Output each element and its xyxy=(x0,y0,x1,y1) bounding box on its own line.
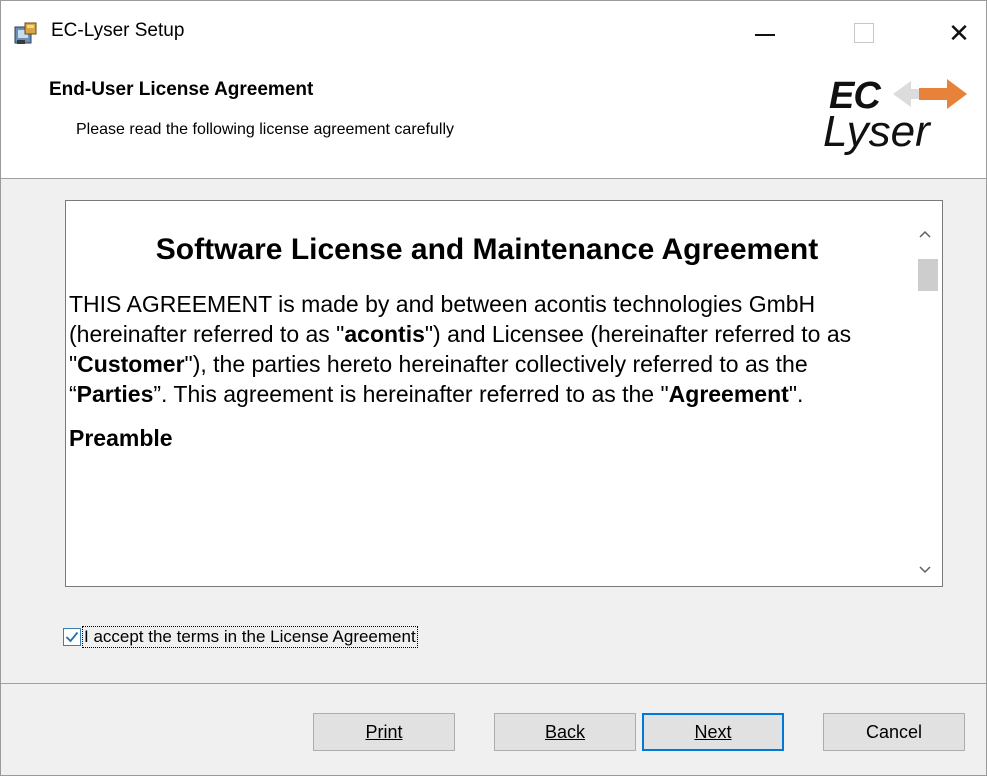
accept-terms-checkbox[interactable] xyxy=(63,628,81,646)
close-button[interactable]: ✕ xyxy=(939,15,979,51)
license-emphasis-term: Agreement xyxy=(668,381,789,407)
license-emphasis-term: acontis xyxy=(344,321,425,347)
license-section-heading: Preamble xyxy=(69,425,173,451)
print-button-label: Print xyxy=(365,721,403,742)
print-button[interactable]: Print xyxy=(313,713,455,751)
scroll-up-button[interactable] xyxy=(908,219,942,249)
ec-lyser-logo: EC Lyser xyxy=(819,71,969,161)
chevron-down-icon xyxy=(919,566,931,574)
logo-lyser-text: Lyser xyxy=(823,107,930,156)
minimize-button[interactable] xyxy=(745,15,785,51)
license-emphasis-term: Parties xyxy=(76,381,154,407)
license-scrollbar[interactable] xyxy=(908,201,942,586)
license-text-run: ”. This agreement is hereinafter referre… xyxy=(153,381,669,407)
maximize-icon xyxy=(854,23,874,43)
license-text-box[interactable]: Software License and Maintenance Agreeme… xyxy=(65,200,943,587)
maximize-button[interactable] xyxy=(844,15,884,51)
scroll-down-button[interactable] xyxy=(908,555,942,585)
close-icon: ✕ xyxy=(948,17,970,48)
title-bar[interactable]: EC-Lyser Setup ✕ xyxy=(1,1,986,63)
window-title: EC-Lyser Setup xyxy=(51,20,185,41)
chevron-up-icon xyxy=(919,230,931,238)
back-button[interactable]: Back xyxy=(494,713,636,751)
cancel-button[interactable]: Cancel xyxy=(823,713,965,751)
page-title: End-User License Agreement xyxy=(49,79,314,100)
next-button[interactable]: Next xyxy=(642,713,784,751)
minimize-icon xyxy=(755,34,775,36)
scroll-thumb[interactable] xyxy=(918,259,938,291)
accept-terms-label[interactable]: I accept the terms in the License Agreem… xyxy=(82,626,418,648)
setup-window: EC-Lyser Setup ✕ End-User License Agreem… xyxy=(0,0,987,776)
checkmark-icon xyxy=(65,631,79,643)
license-text-run: ". xyxy=(788,381,804,407)
license-paragraph: THIS AGREEMENT is made by and between ac… xyxy=(69,289,906,409)
footer-divider xyxy=(1,683,986,684)
license-emphasis-term: Customer xyxy=(77,351,185,377)
next-button-label: Next xyxy=(694,721,732,742)
license-heading: Software License and Maintenance Agreeme… xyxy=(155,233,819,266)
back-button-label: Back xyxy=(544,721,586,742)
cancel-button-label: Cancel xyxy=(865,721,923,742)
installer-app-icon xyxy=(13,21,39,47)
dialog-header: End-User License Agreement Please read t… xyxy=(1,63,986,179)
accept-terms-row[interactable]: I accept the terms in the License Agreem… xyxy=(63,625,418,649)
page-subtitle: Please read the following license agreem… xyxy=(76,121,454,138)
license-content: Software License and Maintenance Agreeme… xyxy=(68,203,906,584)
